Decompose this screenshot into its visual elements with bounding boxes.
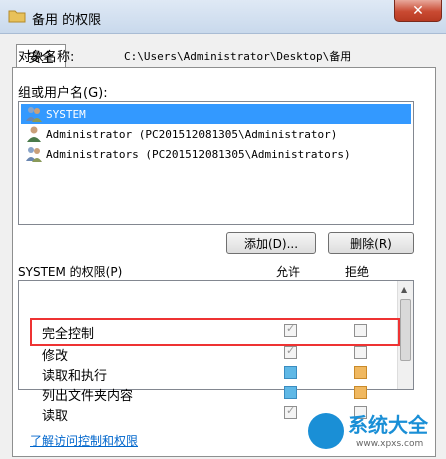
deny-checkbox[interactable] bbox=[354, 346, 367, 359]
deny-checkbox[interactable] bbox=[354, 366, 367, 379]
user-name: Administrators (PC201512081305\Administr… bbox=[46, 147, 351, 161]
user-row-administrators[interactable]: Administrators (PC201512081305\Administr… bbox=[21, 144, 411, 164]
close-button[interactable]: ✕ bbox=[394, 0, 442, 22]
user-group-icon bbox=[26, 107, 42, 122]
permission-name: 读取 bbox=[42, 409, 69, 424]
watermark-url: www.xpxs.com bbox=[356, 439, 424, 449]
allow-checkbox[interactable] bbox=[284, 366, 297, 379]
users-list[interactable]: SYSTEM Administrator (PC201512081305\Adm… bbox=[18, 101, 414, 225]
group-users-label: 组或用户名(G): bbox=[18, 86, 108, 101]
allow-column-header: 允许 bbox=[276, 265, 301, 279]
object-name-value: C:\Users\Administrator\Desktop\备用 bbox=[124, 50, 352, 63]
close-icon: ✕ bbox=[412, 2, 424, 19]
user-row-system[interactable]: SYSTEM bbox=[21, 104, 411, 124]
scroll-thumb[interactable] bbox=[400, 299, 411, 361]
user-row-administrator[interactable]: Administrator (PC201512081305\Administra… bbox=[21, 124, 411, 144]
user-name: SYSTEM bbox=[46, 107, 86, 121]
watermark: 系统大全 www.xpxs.com bbox=[300, 395, 446, 459]
add-button[interactable]: 添加(D)... bbox=[226, 232, 316, 254]
allow-checkbox[interactable] bbox=[284, 404, 297, 419]
title-bar: 备用 的权限 ✕ bbox=[0, 0, 446, 34]
remove-button[interactable]: 删除(R) bbox=[328, 232, 414, 254]
deny-column-header: 拒绝 bbox=[345, 265, 370, 279]
window-title: 备用 的权限 bbox=[32, 13, 102, 28]
user-group-icon bbox=[26, 147, 42, 162]
allow-checkbox[interactable] bbox=[284, 386, 297, 399]
object-name-label: 对象名称: bbox=[18, 50, 75, 65]
scroll-up-icon[interactable]: ▲ bbox=[401, 285, 407, 294]
permissions-label: SYSTEM 的权限(P) bbox=[18, 265, 123, 279]
learn-access-control-link[interactable]: 了解访问控制和权限 bbox=[30, 432, 138, 449]
user-icon bbox=[27, 126, 41, 142]
user-name: Administrator (PC201512081305\Administra… bbox=[46, 127, 338, 141]
allow-checkbox[interactable] bbox=[284, 344, 297, 359]
watermark-text: 系统大全 bbox=[348, 413, 428, 437]
folder-icon bbox=[8, 10, 26, 23]
highlight-box bbox=[30, 318, 400, 346]
permission-row-read-execute-visible: 读取和执行 bbox=[18, 362, 398, 384]
permission-rows-visible: 完全控制 修改 读取和执行 列出文件夹内容 bbox=[18, 300, 398, 410]
watermark-logo-icon bbox=[308, 413, 344, 449]
